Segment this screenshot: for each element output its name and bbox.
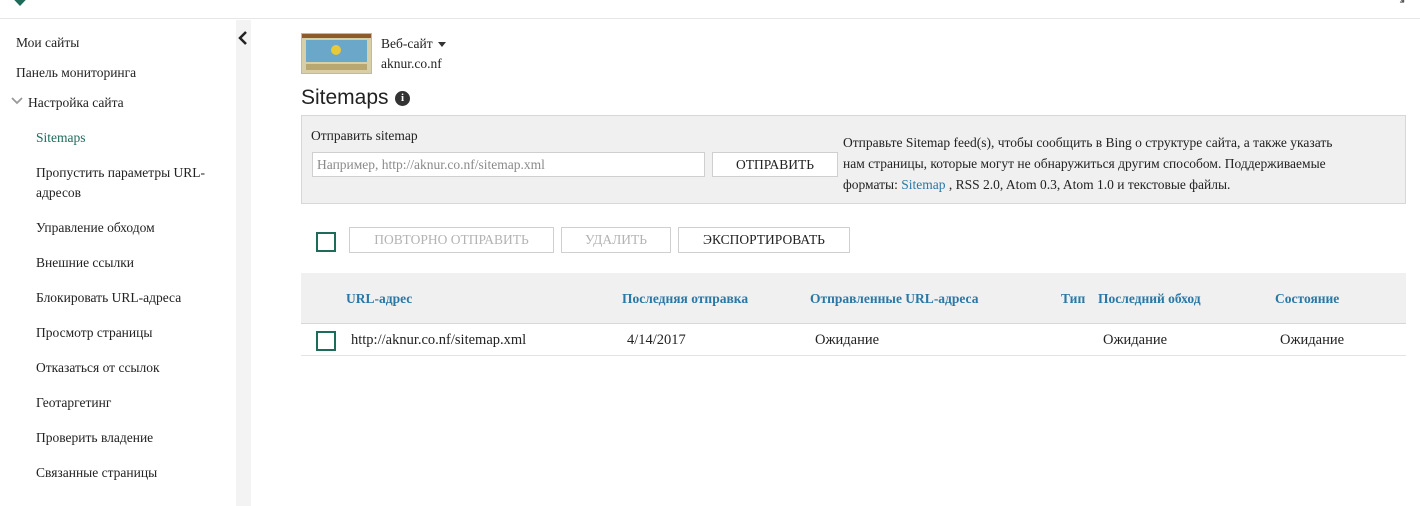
export-button[interactable]: ЭКСПОРТИРОВАТЬ — [678, 227, 850, 253]
thumbnail-sun — [331, 45, 341, 55]
help-line-1: Отправьте Sitemap feed(s), чтобы сообщит… — [843, 135, 1333, 150]
collapse-sidebar-button[interactable] — [236, 28, 250, 48]
help-line-3-suffix: , RSS 2.0, Atom 0.3, Atom 1.0 и текстовы… — [945, 177, 1231, 192]
sidebar-item-crawl-control[interactable]: Управление обходом — [36, 218, 155, 238]
chevron-left-icon — [238, 31, 247, 45]
row-url[interactable]: http://aknur.co.nf/sitemap.xml — [351, 331, 526, 349]
sidebar-item-geo-targeting[interactable]: Геотаргетинг — [36, 393, 111, 413]
sidebar-item-url-parameters-cont[interactable]: адресов — [36, 183, 81, 203]
sidebar-item-inbound-links[interactable]: Внешние ссылки — [36, 253, 134, 273]
row-submitted-urls: Ожидание — [815, 332, 880, 348]
select-all-checkbox[interactable] — [316, 232, 336, 252]
column-header-last-submitted[interactable]: Последняя отправка — [622, 290, 748, 308]
row-last-submitted: 4/14/2017 — [627, 332, 686, 348]
sidebar-item-block-urls[interactable]: Блокировать URL-адреса — [36, 288, 181, 308]
row-last-crawled: Ожидание — [1103, 332, 1168, 348]
submit-help-text: Отправьте Sitemap feed(s), чтобы сообщит… — [843, 132, 1388, 195]
sidebar-item-disavow-links[interactable]: Отказаться от ссылок — [36, 358, 160, 378]
sidebar-item-site-settings[interactable]: Настройка сайта — [28, 93, 124, 113]
sidebar-item-dashboard[interactable]: Панель мониторинга — [16, 63, 136, 83]
help-line-3: форматы: Sitemap , RSS 2.0, Atom 0.3, At… — [843, 174, 1388, 195]
column-header-status[interactable]: Состояние — [1275, 290, 1339, 308]
sidebar-item-url-parameters[interactable]: Пропустить параметры URL- — [36, 163, 205, 183]
dropdown-caret-icon[interactable] — [438, 42, 446, 47]
column-header-last-crawled[interactable]: Последний обход — [1098, 290, 1201, 308]
site-thumbnail[interactable] — [301, 33, 372, 74]
sitemap-url-input[interactable] — [312, 152, 705, 177]
submit-sitemap-label: Отправить sitemap — [311, 128, 418, 143]
top-bar: ↘ — [0, 0, 1420, 19]
delete-button[interactable]: УДАЛИТЬ — [561, 227, 671, 253]
info-icon[interactable]: i — [395, 91, 410, 106]
sidebar-item-my-sites[interactable]: Мои сайты — [16, 33, 79, 53]
row-checkbox[interactable] — [316, 331, 336, 351]
sitemap-help-link[interactable]: Sitemap — [901, 177, 945, 192]
column-header-url[interactable]: URL-адрес — [346, 290, 412, 308]
sidebar-item-fetch-as-bingbot[interactable]: Просмотр страницы — [36, 323, 152, 343]
help-line-3-prefix: форматы: — [843, 177, 902, 192]
corner-arrow-icon[interactable]: ↘ — [1394, 0, 1406, 7]
thumbnail-header-bar — [302, 34, 371, 38]
sidebar-item-sitemaps[interactable]: Sitemaps — [36, 128, 86, 148]
site-domain: aknur.co.nf — [381, 56, 442, 71]
column-header-submitted-urls[interactable]: Отправленные URL-адреса — [810, 290, 978, 308]
submit-button[interactable]: ОТПРАВИТЬ — [712, 152, 838, 177]
sidebar-item-verify-ownership[interactable]: Проверить владение — [36, 428, 153, 448]
chevron-down-icon[interactable] — [10, 96, 24, 106]
site-selector-label[interactable]: Веб-сайт — [381, 35, 433, 53]
sidebar-divider — [236, 20, 251, 506]
thumbnail-footer — [306, 64, 367, 70]
resubmit-button[interactable]: ПОВТОРНО ОТПРАВИТЬ — [349, 227, 554, 253]
sidebar-item-connected-pages[interactable]: Связанные страницы — [36, 463, 157, 483]
page-title: Sitemaps — [301, 86, 389, 109]
help-line-2: нам страницы, которые могут не обнаружит… — [843, 156, 1326, 171]
row-status: Ожидание — [1280, 332, 1345, 348]
column-header-type[interactable]: Тип — [1061, 290, 1085, 308]
bing-logo-icon[interactable] — [12, 0, 28, 6]
